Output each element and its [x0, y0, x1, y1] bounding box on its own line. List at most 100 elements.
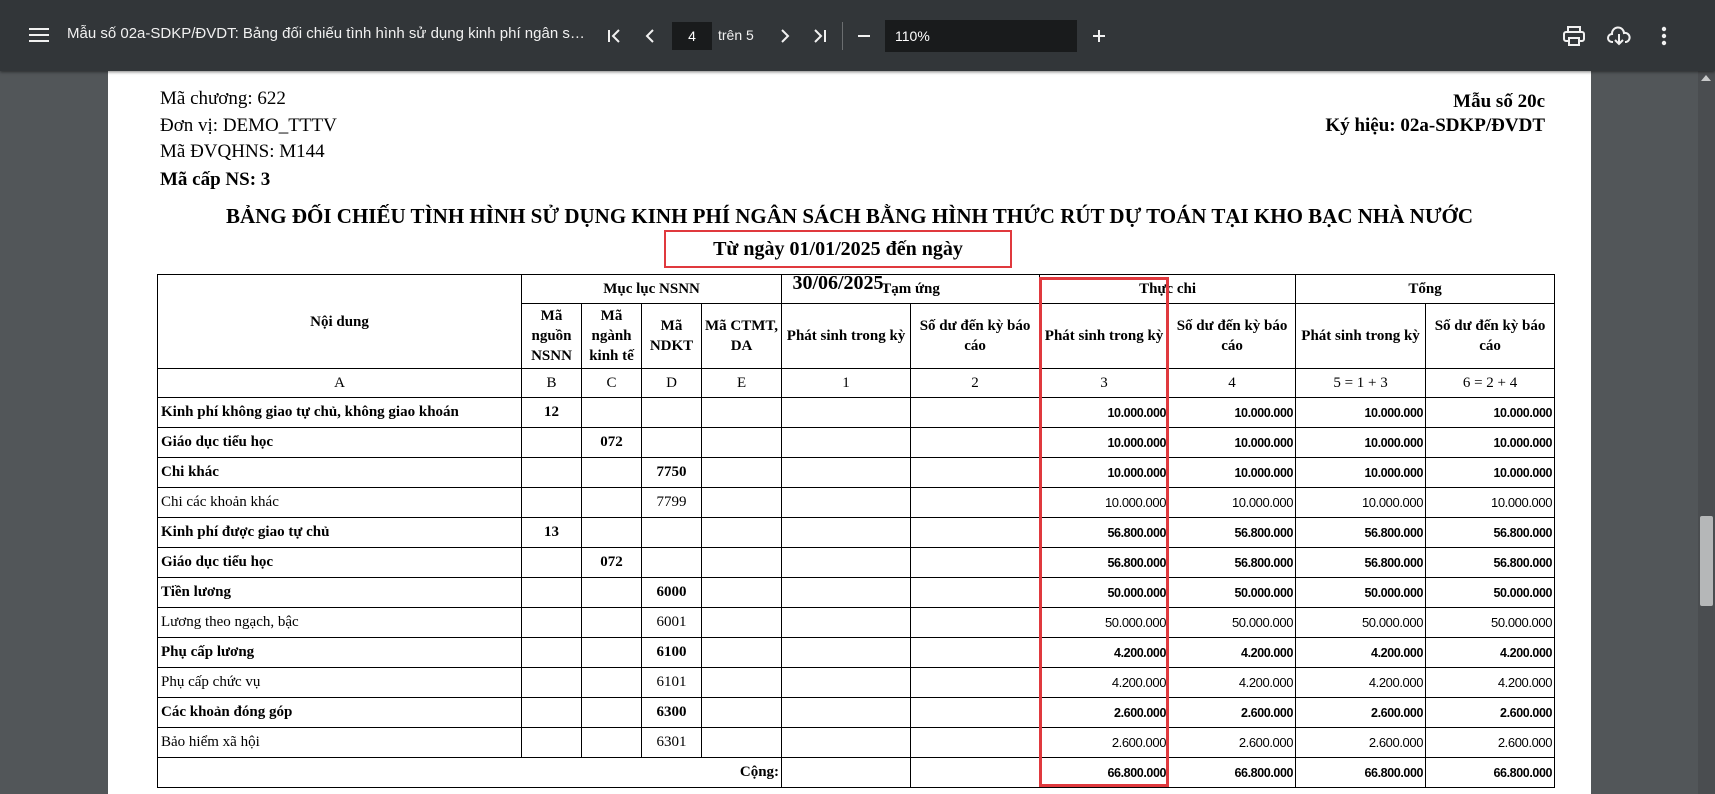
- next-page-icon[interactable]: [773, 25, 797, 47]
- zoom-in-icon[interactable]: [1087, 25, 1111, 47]
- cell-ma-ndkt: 6000: [641, 577, 702, 608]
- cell-tam-ung-sd: [910, 757, 1041, 788]
- cell-ma-nganh: [581, 727, 642, 758]
- prev-page-icon[interactable]: [638, 25, 662, 47]
- cell-ma-nganh: 072: [581, 427, 642, 458]
- cell-tam-ung-sd: [910, 667, 1041, 698]
- column-code: 2: [910, 368, 1041, 398]
- cell-tam-ung-ps: [781, 487, 912, 518]
- cell-ma-ndkt: 6001: [641, 607, 702, 638]
- column-code: E: [700, 368, 783, 398]
- table-row: Lương theo ngạch, bậc 6001 50.000.000 50.00…: [157, 607, 1556, 638]
- cell-tong-sd: 50.000.000: [1425, 577, 1556, 608]
- print-icon[interactable]: [1561, 24, 1587, 48]
- cell-ma-ctmt: [700, 547, 783, 578]
- table-row: Kinh phí được giao tự chủ 13 56.800.000 56.…: [157, 517, 1556, 548]
- cell-ma-ndkt: [641, 547, 702, 578]
- column-code: C: [581, 368, 642, 398]
- cell-tam-ung-sd: [910, 697, 1041, 728]
- header-tam-ung-so-du: Số dư đến kỳ báo cáo: [910, 303, 1041, 369]
- cell-tong-sd: 56.800.000: [1425, 517, 1556, 548]
- cell-ma-ndkt: 7750: [641, 457, 702, 488]
- cell-tam-ung-ps: [781, 667, 912, 698]
- menu-icon[interactable]: [28, 24, 50, 46]
- cell-ma-ctmt: [700, 697, 783, 728]
- cell-thuc-chi-ps: 10.000.000: [1039, 487, 1170, 518]
- last-page-icon[interactable]: [808, 25, 832, 47]
- cell-tam-ung-ps: [781, 577, 912, 608]
- column-code: 5 = 1 + 3: [1295, 368, 1427, 398]
- cell-thuc-chi-sd: 2.600.000: [1168, 727, 1297, 758]
- cell-ma-ndkt: 6301: [641, 727, 702, 758]
- table-row: Giáo dục tiểu học 072 10.000.000 10.000.000…: [157, 427, 1556, 458]
- cell-tong-ps: 50.000.000: [1295, 577, 1427, 608]
- cell-ma-nganh: [581, 487, 642, 518]
- zoom-out-icon[interactable]: [852, 25, 876, 47]
- cell-ma-nganh: [581, 667, 642, 698]
- cell-ma-nguon: [521, 577, 582, 608]
- column-code: 3: [1039, 368, 1170, 398]
- cell-tam-ung-ps: [781, 547, 912, 578]
- cell-thuc-chi-ps: 50.000.000: [1039, 577, 1170, 608]
- cell-ma-nganh: [581, 697, 642, 728]
- row-label: Kinh phí không giao tự chủ, không giao k…: [157, 397, 522, 428]
- cell-thuc-chi-ps: 56.800.000: [1039, 547, 1170, 578]
- total-thuc-chi-sd: 66.800.000: [1168, 757, 1297, 788]
- cell-tong-sd: 10.000.000: [1425, 427, 1556, 458]
- zoom-input[interactable]: [885, 20, 1077, 52]
- column-code: 4: [1168, 368, 1297, 398]
- total-row: Cộng: 66.800.000 66.800.000 66.800.000 6…: [156, 757, 1556, 788]
- header-tam-ung-phat-sinh: Phát sinh trong kỳ: [781, 303, 912, 369]
- scrollbar-thumb[interactable]: [1700, 516, 1713, 606]
- cell-ma-nguon: [521, 697, 582, 728]
- cell-thuc-chi-ps: 50.000.000: [1039, 607, 1170, 638]
- header-muc-luc: Mục lục NSNN: [520, 274, 783, 304]
- column-code: D: [641, 368, 702, 398]
- cell-ma-nguon: [521, 607, 582, 638]
- cell-ma-nganh: [581, 577, 642, 608]
- page-count-label: trên 5: [718, 27, 754, 43]
- download-icon[interactable]: [1605, 24, 1633, 48]
- cell-thuc-chi-sd: 10.000.000: [1168, 397, 1297, 428]
- cell-tong-ps: 10.000.000: [1295, 397, 1427, 428]
- header-thuc-chi: Thực chi: [1039, 274, 1297, 304]
- cell-tam-ung-ps: [781, 727, 912, 758]
- cell-tong-sd: 10.000.000: [1425, 397, 1556, 428]
- cell-ma-nganh: 072: [581, 547, 642, 578]
- cell-thuc-chi-sd: 56.800.000: [1168, 517, 1297, 548]
- row-label: Kinh phí được giao tự chủ: [157, 517, 522, 548]
- header-ma-ctmt: Mã CTMT, DA: [700, 303, 783, 369]
- header-ma-nganh: Mã ngành kinh tế: [581, 303, 642, 369]
- cell-ma-ctmt: [700, 427, 783, 458]
- header-ma-ndkt: Mã NDKT: [641, 303, 702, 369]
- cell-tam-ung-ps: [781, 397, 912, 428]
- column-code: 1: [781, 368, 912, 398]
- cell-tam-ung-sd: [910, 517, 1041, 548]
- scrollbar[interactable]: [1698, 71, 1715, 794]
- scroll-up-icon[interactable]: [1701, 75, 1711, 81]
- cell-tong-ps: 10.000.000: [1295, 427, 1427, 458]
- cell-ma-ctmt: [700, 577, 783, 608]
- pdf-page: Mã chương: 622 Đơn vị: DEMO_TTTV Mã ĐVQH…: [108, 71, 1591, 794]
- header-tam-ung: Tạm ứng: [781, 274, 1041, 304]
- table-row: Chi khác 7750 10.000.000 10.000.000 10.000.0…: [157, 457, 1556, 488]
- toolbar-divider: [842, 22, 843, 50]
- cell-thuc-chi-ps: 56.800.000: [1039, 517, 1170, 548]
- cell-ma-nguon: 12: [521, 397, 582, 428]
- cell-tam-ung-ps: [781, 757, 912, 788]
- first-page-icon[interactable]: [602, 25, 626, 47]
- cell-thuc-chi-ps: 2.600.000: [1039, 697, 1170, 728]
- cell-tong-ps: 10.000.000: [1295, 457, 1427, 488]
- row-label: Chi khác: [157, 457, 522, 488]
- document-title: Mẫu số 02a-SDKP/ĐVDT: Bảng đối chiếu tìn…: [67, 25, 587, 42]
- page-number-input[interactable]: [672, 22, 712, 50]
- pdf-viewer[interactable]: Mã chương: 622 Đơn vị: DEMO_TTTV Mã ĐVQH…: [0, 71, 1715, 794]
- cell-tong-ps: 56.800.000: [1295, 547, 1427, 578]
- cell-tam-ung-sd: [910, 577, 1041, 608]
- cell-ma-nganh: [581, 607, 642, 638]
- cell-tam-ung-sd: [910, 547, 1041, 578]
- more-icon[interactable]: [1652, 24, 1676, 48]
- header-noi-dung: Nội dung: [157, 274, 522, 369]
- table-row: Tiền lương 6000 50.000.000 50.000.000 50.000…: [157, 577, 1556, 608]
- cell-tam-ung-ps: [781, 607, 912, 638]
